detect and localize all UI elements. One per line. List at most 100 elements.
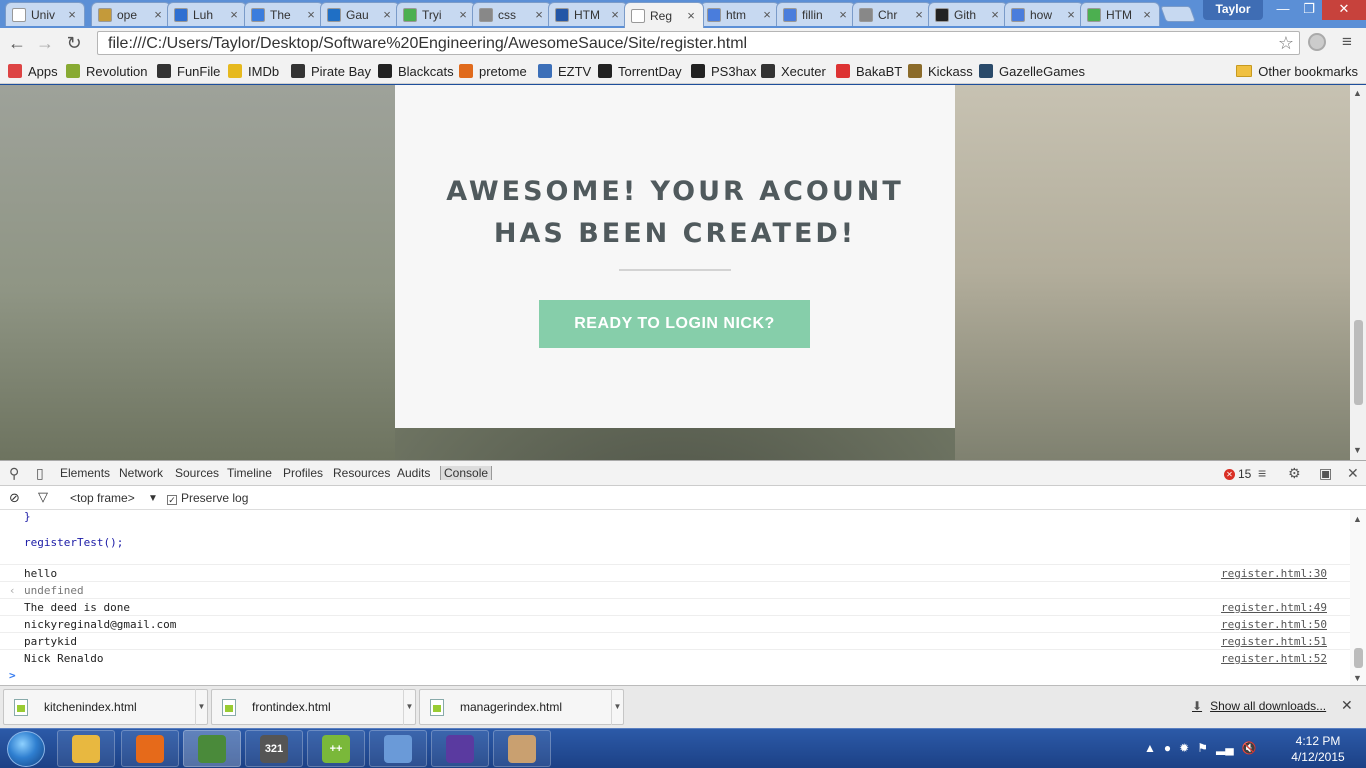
- taskbar-app[interactable]: [57, 730, 115, 767]
- scroll-up-icon[interactable]: ▲: [1353, 88, 1362, 98]
- start-button[interactable]: [7, 731, 45, 767]
- bookmark-item[interactable]: PS3hax: [691, 62, 757, 80]
- system-clock[interactable]: 4:12 PM 4/12/2015: [1283, 733, 1353, 765]
- devtools-tab[interactable]: Elements: [60, 466, 110, 480]
- devtools-tab[interactable]: Timeline: [227, 466, 272, 480]
- taskbar-app[interactable]: [431, 730, 489, 767]
- inspect-search-icon[interactable]: ⚲: [9, 465, 19, 482]
- source-link[interactable]: register.html:49: [1221, 601, 1327, 614]
- bookmark-item[interactable]: Apps: [8, 62, 58, 80]
- tray-app-icon[interactable]: ●: [1164, 741, 1171, 755]
- download-menu-icon[interactable]: ▼: [403, 689, 415, 725]
- bookmark-item[interactable]: EZTV: [538, 62, 591, 80]
- console-prompt[interactable]: >: [9, 669, 16, 682]
- taskbar-app[interactable]: [183, 730, 241, 767]
- bookmark-item[interactable]: GazelleGames: [979, 62, 1085, 80]
- close-tab-icon[interactable]: ×: [913, 7, 925, 22]
- browser-tab[interactable]: The ×: [244, 2, 324, 26]
- close-tab-icon[interactable]: ×: [761, 7, 773, 22]
- bookmark-item[interactable]: Xecuter: [761, 62, 826, 80]
- maximize-button[interactable]: ❐: [1296, 0, 1322, 20]
- dock-side-icon[interactable]: ▣: [1319, 465, 1332, 482]
- close-tab-icon[interactable]: ×: [837, 7, 849, 22]
- browser-tab[interactable]: Gith ×: [928, 2, 1008, 26]
- settings-gear-icon[interactable]: ⚙: [1288, 465, 1301, 482]
- devtools-tab[interactable]: Sources: [175, 466, 219, 480]
- devtools-tab[interactable]: Profiles: [283, 466, 323, 480]
- devtools-tab[interactable]: Resources: [333, 466, 390, 480]
- browser-tab[interactable]: htm ×: [700, 2, 780, 26]
- address-bar[interactable]: file:///C:/Users/Taylor/Desktop/Software…: [97, 31, 1300, 55]
- extension-icon[interactable]: [1308, 33, 1326, 51]
- browser-tab[interactable]: Reg ×: [624, 2, 704, 28]
- bookmark-item[interactable]: Revolution: [66, 62, 147, 80]
- console-scrollbar[interactable]: ▲ ▼: [1350, 510, 1366, 686]
- browser-tab[interactable]: ope ×: [91, 2, 171, 26]
- scroll-down-icon[interactable]: ▼: [1353, 445, 1362, 455]
- bookmark-item[interactable]: Blackcats: [378, 62, 454, 80]
- bookmark-item[interactable]: IMDb: [228, 62, 279, 80]
- devtools-tab[interactable]: Network: [119, 466, 163, 480]
- browser-tab[interactable]: fillin ×: [776, 2, 856, 26]
- browser-tab[interactable]: how ×: [1004, 2, 1084, 26]
- download-item[interactable]: managerindex.html ▼: [419, 689, 624, 725]
- bookmark-item[interactable]: BakaBT: [836, 62, 902, 80]
- frame-dropdown-icon[interactable]: ▼: [148, 493, 158, 504]
- close-devtools-icon[interactable]: ✕: [1347, 465, 1359, 482]
- preserve-log-checkbox[interactable]: ✓ Preserve log: [167, 491, 248, 505]
- taskbar-app[interactable]: [493, 730, 551, 767]
- source-link[interactable]: register.html:30: [1221, 567, 1327, 580]
- chrome-menu-icon[interactable]: ≡: [1342, 33, 1358, 50]
- browser-tab[interactable]: css ×: [472, 2, 552, 26]
- console-output[interactable]: } registerTest(); hello register.html:30 und…: [0, 510, 1350, 686]
- error-counter[interactable]: ✕ 15: [1224, 467, 1251, 481]
- close-tab-icon[interactable]: ×: [989, 7, 1001, 22]
- close-tab-icon[interactable]: ×: [1065, 7, 1077, 22]
- close-tab-icon[interactable]: ×: [228, 7, 240, 22]
- volume-muted-icon[interactable]: 🔇: [1242, 741, 1257, 755]
- tray-sync-icon[interactable]: ✹: [1179, 741, 1189, 755]
- close-tab-icon[interactable]: ×: [305, 7, 317, 22]
- close-tab-icon[interactable]: ×: [533, 7, 545, 22]
- forward-button[interactable]: →: [35, 33, 55, 53]
- download-menu-icon[interactable]: ▼: [195, 689, 207, 725]
- bookmark-item[interactable]: Pirate Bay: [291, 62, 371, 80]
- scrollbar-thumb[interactable]: [1354, 320, 1363, 405]
- close-tab-icon[interactable]: ×: [685, 8, 697, 23]
- network-signal-icon[interactable]: ▂▄: [1216, 741, 1234, 755]
- scrollbar-thumb[interactable]: [1354, 648, 1363, 668]
- taskbar-app[interactable]: [121, 730, 179, 767]
- browser-tab[interactable]: Gau ×: [320, 2, 400, 26]
- scroll-up-icon[interactable]: ▲: [1353, 514, 1362, 524]
- new-tab-button[interactable]: [1160, 6, 1196, 22]
- browser-tab[interactable]: Univ ×: [5, 2, 85, 26]
- taskbar-app[interactable]: ++: [307, 730, 365, 767]
- filter-icon[interactable]: ▽: [38, 489, 48, 505]
- profile-button[interactable]: Taylor: [1203, 0, 1263, 20]
- taskbar-app[interactable]: 321: [245, 730, 303, 767]
- bookmark-item[interactable]: pretome: [459, 62, 527, 80]
- close-window-button[interactable]: ✕: [1322, 0, 1366, 20]
- show-all-downloads-link[interactable]: ⬇ Show all downloads...: [1192, 699, 1326, 713]
- browser-tab[interactable]: Luh ×: [167, 2, 247, 26]
- show-hidden-icons-icon[interactable]: ▲: [1144, 741, 1156, 755]
- console-drawer-icon[interactable]: ≡: [1258, 465, 1266, 481]
- bookmark-star-icon[interactable]: ☆: [1278, 33, 1294, 54]
- source-link[interactable]: register.html:51: [1221, 635, 1327, 648]
- download-item[interactable]: kitchenindex.html ▼: [3, 689, 208, 725]
- browser-tab[interactable]: Chr ×: [852, 2, 932, 26]
- source-link[interactable]: register.html:50: [1221, 618, 1327, 631]
- tray-flag-icon[interactable]: ⚑: [1197, 741, 1208, 755]
- page-scrollbar[interactable]: ▲ ▼: [1350, 85, 1366, 460]
- device-mode-icon[interactable]: ▯: [36, 465, 44, 482]
- back-button[interactable]: ←: [7, 33, 27, 53]
- minimize-button[interactable]: —: [1270, 0, 1296, 20]
- frame-select[interactable]: <top frame>: [70, 491, 135, 505]
- login-button[interactable]: READY TO LOGIN NICK?: [539, 300, 810, 348]
- browser-tab[interactable]: Tryi ×: [396, 2, 476, 26]
- close-tab-icon[interactable]: ×: [457, 7, 469, 22]
- close-tab-icon[interactable]: ×: [152, 7, 164, 22]
- reload-button[interactable]: ↻: [64, 33, 84, 53]
- close-tab-icon[interactable]: ×: [381, 7, 393, 22]
- close-tab-icon[interactable]: ×: [609, 7, 621, 22]
